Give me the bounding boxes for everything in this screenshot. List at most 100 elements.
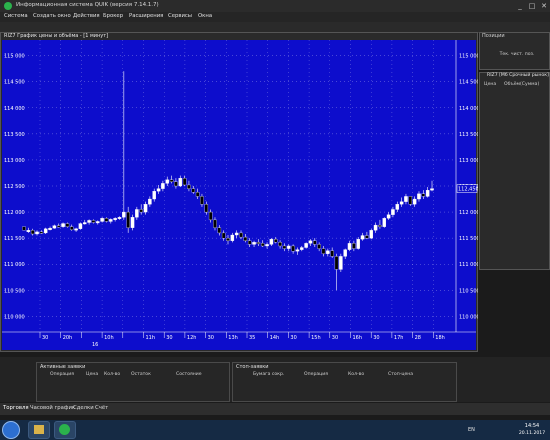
candle-body bbox=[352, 243, 356, 249]
quik-taskbar-icon bbox=[59, 424, 70, 435]
x-tick-label: 10h bbox=[104, 335, 114, 341]
stop-col-stop-price[interactable]: Стоп-цена bbox=[388, 372, 413, 377]
candle-body bbox=[30, 230, 35, 235]
stop-col-security[interactable]: Бумага сокр. bbox=[253, 372, 284, 377]
candle-body bbox=[109, 219, 113, 222]
order-book-caption: RIZ7 [Мб Срочный рынок] bbox=[487, 73, 549, 78]
candle-body bbox=[273, 239, 278, 243]
x-tick-label: 15h bbox=[311, 335, 321, 341]
candle-body bbox=[217, 227, 222, 234]
y-tick-label-left: 111 000 bbox=[4, 262, 25, 268]
active-col-qty[interactable]: Кол-во bbox=[104, 372, 120, 377]
tab-account[interactable]: Счёт bbox=[95, 405, 108, 411]
menu-extensions[interactable]: Расширения bbox=[129, 13, 163, 19]
menu-system[interactable]: Система bbox=[4, 13, 28, 19]
tab-hourly-chart[interactable]: Часовой график bbox=[30, 405, 75, 411]
candle-body bbox=[282, 245, 287, 249]
candle-body bbox=[130, 217, 135, 228]
order-book-panel bbox=[479, 72, 550, 270]
candle-body bbox=[139, 209, 143, 213]
candle-body bbox=[425, 190, 430, 197]
candle-body bbox=[412, 198, 417, 205]
candle-body bbox=[83, 222, 87, 225]
stop-col-operation[interactable]: Операция bbox=[304, 372, 328, 377]
x-tick-label: 30 bbox=[42, 335, 48, 341]
quik-app-icon bbox=[4, 2, 12, 10]
active-col-state[interactable]: Состояние bbox=[176, 372, 202, 377]
y-tick-label-left: 112 000 bbox=[4, 210, 25, 216]
y-tick-label-right: 110 500 bbox=[459, 288, 478, 294]
candle-body bbox=[291, 245, 295, 252]
menu-windows[interactable]: Окна bbox=[198, 13, 212, 19]
candle-body bbox=[243, 236, 248, 241]
candle-body bbox=[187, 184, 191, 189]
candle-body bbox=[256, 242, 261, 244]
x-tick-label: 30 bbox=[290, 335, 296, 341]
candle-body bbox=[308, 240, 313, 244]
candle-body bbox=[391, 209, 395, 215]
active-col-remainder[interactable]: Остаток bbox=[131, 372, 151, 377]
price-chart[interactable]: 115 000 115 000 114 500 114 500 114 000 114 0… bbox=[0, 40, 478, 352]
clock-date[interactable]: 20.11.2017 bbox=[516, 431, 548, 436]
menu-create-window[interactable]: Создать окно bbox=[33, 13, 71, 19]
candle-body bbox=[48, 228, 52, 230]
candle-body bbox=[100, 218, 104, 222]
y-tick-label-right: 111 500 bbox=[459, 236, 478, 242]
y-tick-label-left: 112 500 bbox=[4, 184, 25, 190]
candle-body bbox=[360, 235, 365, 240]
menu-actions[interactable]: Действия bbox=[73, 13, 100, 19]
candle-body bbox=[126, 211, 130, 228]
candle-body bbox=[339, 256, 343, 270]
keyboard-language[interactable]: EN bbox=[468, 427, 475, 433]
candle-body bbox=[52, 225, 57, 229]
y-tick-label-right: 114 500 bbox=[459, 80, 478, 86]
candle-body bbox=[96, 221, 100, 224]
active-orders-title: Активные заявки bbox=[40, 364, 86, 370]
y-tick-label-right: 113 500 bbox=[459, 132, 478, 138]
candle-body bbox=[113, 218, 117, 220]
maximize-button[interactable]: □ bbox=[526, 1, 538, 11]
candle-body bbox=[239, 232, 243, 238]
start-button[interactable] bbox=[2, 421, 20, 439]
x-tick-label: 30 bbox=[166, 335, 172, 341]
window-title: Информационная система QUIK (версия 7.14… bbox=[16, 2, 159, 8]
stop-col-qty[interactable]: Кол-во bbox=[348, 372, 364, 377]
menu-services[interactable]: Сервисы bbox=[168, 13, 192, 19]
candle-body bbox=[69, 226, 74, 230]
candle-body bbox=[343, 249, 347, 257]
chart-background bbox=[2, 40, 476, 350]
order-book-volume-header: Объём(Сумма) bbox=[504, 82, 540, 87]
y-tick-label-left: 114 500 bbox=[4, 80, 25, 86]
candle-body bbox=[122, 211, 126, 218]
candle-body bbox=[35, 231, 39, 235]
close-button[interactable]: ✕ bbox=[538, 1, 550, 11]
tab-trading[interactable]: Торговля bbox=[3, 405, 29, 411]
candle-body bbox=[191, 188, 196, 193]
candle-body bbox=[230, 234, 235, 241]
candle-body bbox=[300, 247, 304, 250]
candle-body bbox=[365, 235, 369, 239]
candle-body bbox=[104, 218, 109, 222]
candle-body bbox=[39, 231, 44, 234]
active-col-operation[interactable]: Операция bbox=[50, 372, 74, 377]
candle-body bbox=[182, 178, 187, 186]
y-tick-label-right: 110 000 bbox=[459, 314, 478, 320]
candle-body bbox=[148, 198, 152, 205]
x-tick-label: 35 bbox=[249, 335, 255, 341]
menu-broker[interactable]: Брокер bbox=[103, 13, 123, 19]
candle-body bbox=[74, 228, 78, 231]
candle-body bbox=[430, 188, 434, 191]
candle-body bbox=[369, 230, 373, 239]
clock-time[interactable]: 14:54 bbox=[518, 423, 546, 429]
candle-body bbox=[260, 243, 265, 247]
tab-trades[interactable]: Сделки bbox=[73, 405, 94, 411]
active-col-price[interactable]: Цена bbox=[86, 372, 98, 377]
x-tick-label: 11h bbox=[146, 335, 156, 341]
candle-body bbox=[221, 232, 226, 239]
candle-body bbox=[65, 223, 70, 227]
minimize-button[interactable]: _ bbox=[514, 1, 526, 11]
candle-body bbox=[78, 223, 83, 229]
y-tick-label-right: 114 000 bbox=[459, 106, 478, 112]
candle-body bbox=[317, 244, 321, 249]
candle-body bbox=[26, 230, 31, 232]
